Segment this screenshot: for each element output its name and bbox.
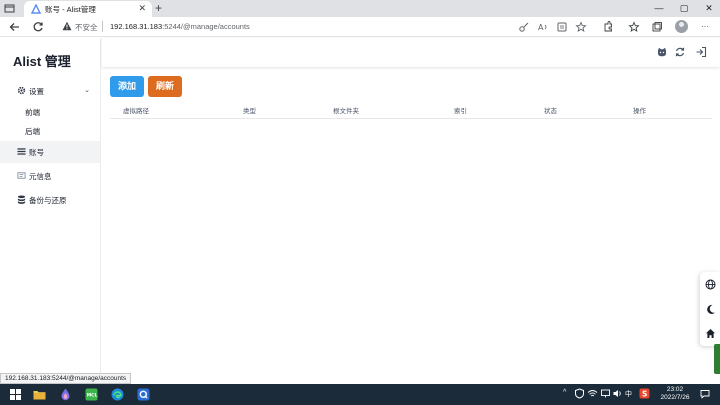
sidebar-item-settings[interactable]: 设置 ⌄ xyxy=(0,80,100,102)
app-q-icon[interactable] xyxy=(136,387,151,402)
add-favorite-icon[interactable] xyxy=(575,21,587,33)
url-separator xyxy=(102,21,103,32)
read-aloud-icon[interactable]: A xyxy=(537,21,549,33)
app-brand: Alist 管理 xyxy=(13,54,71,69)
sidebar-item-label: 元信息 xyxy=(29,172,52,181)
sidebar-item-label: 备份与还原 xyxy=(29,196,67,205)
profile-avatar[interactable] xyxy=(675,20,688,33)
github-icon[interactable] xyxy=(656,46,668,58)
maximize-button[interactable]: ▢ xyxy=(677,1,691,15)
sidebar-item-label: 设置 xyxy=(29,87,44,96)
gear-icon xyxy=(17,86,26,95)
column-header: 操作 xyxy=(633,108,646,115)
svg-text:A: A xyxy=(538,23,544,32)
column-header: 状态 xyxy=(544,108,557,115)
sidebar-item-frontend[interactable]: 前端 xyxy=(0,103,100,121)
warning-icon[interactable] xyxy=(62,21,72,31)
sidebar-item-label: 前端 xyxy=(25,108,40,117)
main-header xyxy=(102,38,720,67)
logout-icon[interactable] xyxy=(695,46,707,58)
svg-text:S: S xyxy=(642,390,647,399)
extensions-icon[interactable] xyxy=(602,21,614,33)
sidebar: Alist 管理 设置 ⌄ 前端 后端 账号 元信息 备份与还原 xyxy=(0,38,101,375)
reload-icon[interactable] xyxy=(31,20,45,34)
volume-icon[interactable] xyxy=(612,388,623,399)
close-window-button[interactable]: ✕ xyxy=(702,1,716,15)
browser-toolbar: 不安全 192.168.31.183:5244/@manage/accounts… xyxy=(0,17,720,37)
window-menu-icon[interactable] xyxy=(4,3,15,14)
sidebar-item-backend[interactable]: 后端 xyxy=(0,122,100,140)
notification-icon[interactable] xyxy=(700,389,710,399)
sidebar-item-accounts[interactable]: 账号 xyxy=(0,141,100,163)
moon-icon[interactable] xyxy=(705,304,716,315)
windows-start-icon[interactable] xyxy=(8,387,23,402)
url-path: :5244/@manage/accounts xyxy=(162,22,250,31)
edge-browser-icon[interactable] xyxy=(110,387,125,402)
wifi-icon[interactable] xyxy=(587,388,598,399)
column-header: 虚拟路径 xyxy=(123,108,149,115)
tray-overflow-icon[interactable]: ^ xyxy=(563,389,566,396)
network-icon[interactable] xyxy=(600,388,611,399)
sidebar-item-label: 账号 xyxy=(29,148,44,157)
browser-tab-strip: 账号 - Alist管理 ✕ + — ▢ ✕ xyxy=(0,0,720,17)
clock-date: 2022/7/26 xyxy=(660,394,690,401)
side-handle[interactable] xyxy=(714,344,720,374)
system-clock[interactable]: 23:02 2022/7/26 xyxy=(654,386,696,402)
clock-time: 23:02 xyxy=(666,386,684,393)
globe-icon[interactable] xyxy=(705,279,716,290)
alist-favicon-icon xyxy=(31,4,41,14)
insecure-label[interactable]: 不安全 xyxy=(75,22,98,33)
svg-text:MCL: MCL xyxy=(87,393,98,399)
column-header: 根文件夹 xyxy=(333,108,359,115)
add-button[interactable]: 添加 xyxy=(110,76,144,97)
minecraft-launcher-icon[interactable]: MCL xyxy=(84,387,99,402)
key-icon[interactable] xyxy=(518,21,530,33)
ime-indicator[interactable]: 中 xyxy=(625,389,632,399)
floating-toolbar xyxy=(700,272,720,346)
shield-icon[interactable] xyxy=(574,388,585,399)
sidebar-item-meta[interactable]: 元信息 xyxy=(0,165,100,187)
taskbar: MCL ^ 中 S 23:02 2022/7/26 xyxy=(0,384,720,405)
more-menu-icon[interactable]: ··· xyxy=(699,21,711,33)
list-icon xyxy=(17,148,26,155)
meta-icon xyxy=(17,172,26,179)
back-icon[interactable] xyxy=(8,20,22,34)
app-drop-icon[interactable] xyxy=(58,387,73,402)
reading-view-icon[interactable] xyxy=(556,21,568,33)
column-header: 类型 xyxy=(243,108,256,115)
status-bar-url: 192.168.31.183:5244/@manage/accounts xyxy=(0,373,132,384)
new-tab-button[interactable]: + xyxy=(155,0,162,16)
collections-icon[interactable] xyxy=(651,21,663,33)
chevron-down-icon: ⌄ xyxy=(84,87,90,94)
tab-close-icon[interactable]: ✕ xyxy=(138,3,146,14)
main-content: 添加 刷新 虚拟路径 类型 根文件夹 索引 状态 操作 xyxy=(102,38,720,375)
home-icon[interactable] xyxy=(705,328,716,339)
address-bar[interactable]: 192.168.31.183:5244/@manage/accounts xyxy=(110,22,250,31)
column-header: 索引 xyxy=(454,108,467,115)
refresh-button[interactable]: 刷新 xyxy=(148,76,182,97)
refresh-icon[interactable] xyxy=(674,46,686,58)
url-host: 192.168.31.183 xyxy=(110,22,163,31)
sidebar-item-label: 后端 xyxy=(25,127,40,136)
file-explorer-icon[interactable] xyxy=(32,387,47,402)
favorites-icon[interactable] xyxy=(628,21,640,33)
database-icon xyxy=(17,195,26,204)
tab-title: 账号 - Alist管理 xyxy=(45,5,96,14)
sogou-ime-icon[interactable]: S xyxy=(639,388,650,399)
sidebar-item-backup[interactable]: 备份与还原 xyxy=(0,189,100,211)
minimize-button[interactable]: — xyxy=(652,1,666,15)
table-header: 虚拟路径 类型 根文件夹 索引 状态 操作 xyxy=(110,102,712,119)
browser-tab[interactable]: 账号 - Alist管理 ✕ xyxy=(24,1,152,17)
